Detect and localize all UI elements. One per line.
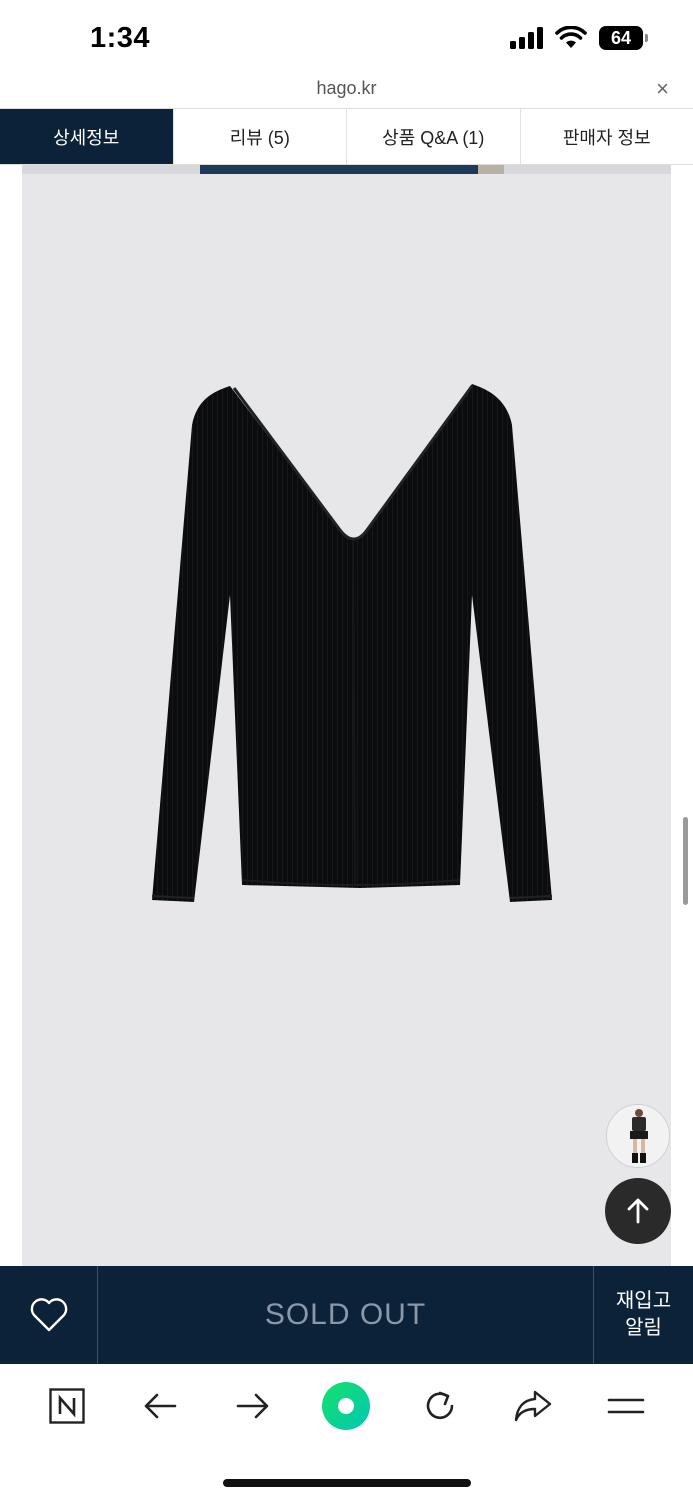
tab-seller-info[interactable]: 판매자 정보: [521, 109, 693, 164]
status-icons: 64: [510, 26, 648, 50]
back-button[interactable]: [134, 1380, 186, 1432]
product-tabs: 상세정보 리뷰 (5) 상품 Q&A (1) 판매자 정보: [0, 108, 693, 165]
scroll-to-top-button[interactable]: [605, 1178, 671, 1244]
url-domain[interactable]: hago.kr: [0, 78, 693, 99]
previous-image-edge: [22, 165, 671, 174]
wifi-icon: [555, 26, 587, 48]
battery-icon: 64: [599, 26, 648, 50]
restock-label-line2: 알림: [625, 1317, 662, 1339]
menu-icon: [608, 1398, 645, 1414]
restock-alert-button[interactable]: 재입고 알림: [594, 1266, 693, 1364]
cellular-signal-icon: [510, 27, 543, 49]
url-bar[interactable]: hago.kr ×: [0, 72, 693, 108]
forward-arrow-icon: [236, 1393, 269, 1419]
reload-icon: [426, 1391, 454, 1420]
sweater-image: [151, 384, 553, 902]
arrow-up-icon: [627, 1198, 649, 1224]
tab-details[interactable]: 상세정보: [0, 109, 174, 164]
close-icon[interactable]: ×: [656, 76, 669, 102]
recent-item-thumbnail[interactable]: [606, 1104, 670, 1168]
wishlist-button[interactable]: [0, 1266, 98, 1364]
heart-icon: [30, 1298, 67, 1332]
forward-button[interactable]: [227, 1380, 279, 1432]
green-dot-button[interactable]: [320, 1380, 372, 1432]
purchase-bar: SOLD OUT 재입고 알림: [0, 1266, 693, 1364]
tab-qna[interactable]: 상품 Q&A (1): [347, 109, 521, 164]
naver-home-button[interactable]: [41, 1380, 93, 1432]
restock-label-line1: 재입고: [615, 1290, 672, 1312]
product-detail-image: [22, 165, 671, 1266]
reload-button[interactable]: [414, 1380, 466, 1432]
model-photo-icon: [607, 1105, 669, 1167]
green-dot-icon: [322, 1382, 371, 1430]
share-icon: [514, 1390, 552, 1422]
naver-home-icon: [48, 1388, 85, 1424]
tab-reviews[interactable]: 리뷰 (5): [174, 109, 347, 164]
browser-toolbar: [0, 1364, 693, 1448]
menu-button[interactable]: [600, 1380, 652, 1432]
share-button[interactable]: [507, 1380, 559, 1432]
status-bar: 1:34 64: [0, 0, 693, 80]
status-time: 1:34: [90, 22, 151, 54]
scrollbar[interactable]: [683, 817, 688, 905]
back-arrow-icon: [144, 1393, 177, 1419]
sold-out-button[interactable]: SOLD OUT: [98, 1266, 594, 1364]
home-indicator[interactable]: [223, 1479, 471, 1487]
